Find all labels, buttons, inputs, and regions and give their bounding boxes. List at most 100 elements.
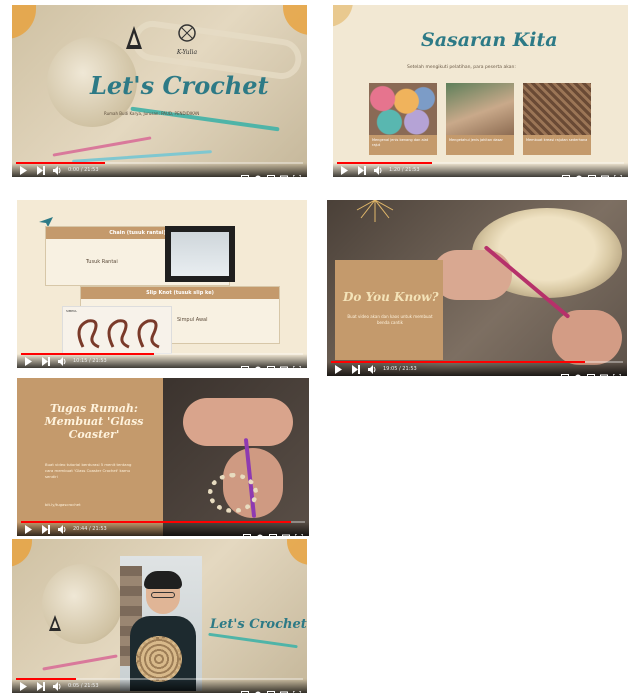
crochet-hook-image — [72, 150, 212, 163]
fullscreen-icon[interactable] — [294, 526, 304, 536]
gear-icon[interactable] — [254, 683, 262, 693]
video-frame-3[interactable]: Chain (tusuk rantai) Tusuk Rantai Slip K… — [17, 200, 307, 368]
card-caption: Mengetahui jenis jahitan dasar — [446, 135, 514, 155]
progress-bar[interactable] — [21, 521, 305, 523]
miniplayer-icon[interactable] — [269, 526, 277, 536]
stitch-row-label: Simpul Awal — [177, 317, 208, 323]
subtitles-icon[interactable] — [561, 366, 569, 376]
miniplayer-icon[interactable] — [267, 358, 275, 368]
time-display: 0:05 / 21:53 — [68, 683, 99, 689]
video-frame-6[interactable]: Let's Crochet 0:05 / 21:53 — [12, 539, 307, 693]
card-caption: Mengenal jenis benang dan alat rajut — [369, 135, 437, 155]
crochet-hook-image — [52, 136, 152, 157]
next-icon[interactable] — [352, 365, 360, 374]
video-title: Let's Crochet — [90, 71, 269, 100]
play-icon[interactable] — [25, 525, 32, 534]
crochet-hook-image — [208, 632, 298, 649]
miniplayer-icon[interactable] — [588, 167, 596, 177]
volume-icon[interactable] — [58, 357, 67, 366]
fullscreen-icon[interactable] — [612, 366, 622, 376]
sunburst-decoration — [355, 200, 395, 230]
next-icon[interactable] — [358, 166, 366, 175]
progress-bar[interactable] — [331, 361, 623, 363]
video-frame-5[interactable]: Tugas Rumah: Membuat 'Glass Coaster' Bua… — [17, 378, 309, 536]
play-icon[interactable] — [335, 365, 342, 374]
miniplayer-icon[interactable] — [587, 366, 595, 376]
hands-image — [163, 378, 309, 536]
next-icon[interactable] — [37, 166, 45, 175]
leaf-decoration — [12, 539, 32, 567]
time-display: 20:44 / 21:53 — [73, 526, 107, 532]
theater-icon[interactable] — [280, 167, 288, 177]
crochet-hook-image — [42, 654, 118, 671]
volume-icon[interactable] — [374, 166, 383, 175]
leaf-decoration — [333, 5, 353, 27]
next-icon[interactable] — [42, 357, 50, 366]
slide-title: Sasaran Kita — [421, 29, 558, 51]
progress-bar[interactable] — [337, 162, 624, 164]
leaf-decoration — [12, 5, 36, 39]
video-title: Let's Crochet — [210, 617, 307, 632]
subtitles-icon[interactable] — [562, 167, 570, 177]
volume-icon[interactable] — [58, 525, 67, 534]
gear-icon[interactable] — [574, 366, 582, 376]
homework-title: Tugas Rumah: Membuat 'Glass Coaster' — [44, 402, 144, 441]
brand-logo: K-Yulia — [172, 23, 202, 56]
institution-logo — [125, 25, 143, 51]
volume-icon[interactable] — [53, 166, 62, 175]
next-icon[interactable] — [42, 525, 50, 534]
play-icon[interactable] — [341, 166, 348, 175]
objective-card: Membuat kreasi rajutan sederhana — [523, 83, 591, 161]
next-icon[interactable] — [37, 682, 45, 691]
slide-subtitle: Setelah mengikuti pelatihan, para pesert… — [407, 65, 516, 70]
progress-bar[interactable] — [16, 162, 303, 164]
hands-crocheting-image — [432, 240, 622, 370]
progress-bar[interactable] — [16, 678, 303, 680]
time-display: 19:05 / 21:53 — [383, 366, 417, 372]
institution-logo — [48, 614, 62, 632]
subtitles-icon[interactable] — [241, 358, 249, 368]
play-icon[interactable] — [20, 166, 27, 175]
gear-icon[interactable] — [254, 167, 262, 177]
gear-icon[interactable] — [256, 526, 264, 536]
homework-link[interactable]: bit.ly/tugascrochet — [45, 502, 81, 507]
time-display: 0:00 / 21:53 — [68, 167, 99, 173]
play-icon[interactable] — [20, 682, 27, 691]
play-icon[interactable] — [25, 357, 32, 366]
volume-icon[interactable] — [53, 682, 62, 691]
fullscreen-icon[interactable] — [292, 167, 302, 177]
subtitles-icon[interactable] — [241, 683, 249, 693]
simpul-tag: SIMPUL — [66, 309, 78, 313]
presenter-video — [120, 556, 202, 691]
theater-icon[interactable] — [601, 167, 609, 177]
progress-bar[interactable] — [21, 353, 303, 355]
theater-icon[interactable] — [280, 358, 288, 368]
volume-icon[interactable] — [368, 365, 377, 374]
video-frame-1[interactable]: K-Yulia Let's Crochet Rumah Budi Karya, … — [12, 5, 307, 177]
gear-icon[interactable] — [254, 358, 262, 368]
crochet-basket-image — [523, 83, 591, 135]
miniplayer-icon[interactable] — [267, 167, 275, 177]
video-frame-4[interactable]: Do You Know? Buat video akan dan kaos un… — [327, 200, 627, 376]
miniplayer-icon[interactable] — [267, 683, 275, 693]
presenter-head — [144, 571, 182, 614]
subtitles-icon[interactable] — [241, 167, 249, 177]
info-card-title: Do You Know? — [343, 290, 439, 304]
theater-icon[interactable] — [280, 683, 288, 693]
theater-icon[interactable] — [600, 366, 608, 376]
leaf-decoration — [283, 5, 307, 35]
chain-stitch-image — [165, 226, 235, 282]
video-frame-2[interactable]: Sasaran Kita Setelah mengikuti pelatihan… — [333, 5, 628, 177]
stitch-row-title: Slip Knot (tusuk slip ke) — [81, 287, 279, 299]
leaf-decoration — [287, 539, 307, 565]
fullscreen-icon[interactable] — [292, 683, 302, 693]
objective-card: Mengenal jenis benang dan alat rajut — [369, 83, 437, 161]
fullscreen-icon[interactable] — [292, 358, 302, 368]
fullscreen-icon[interactable] — [613, 167, 623, 177]
subtitles-icon[interactable] — [243, 526, 251, 536]
theater-icon[interactable] — [282, 526, 290, 536]
info-card-body: Buat video akan dan kaos untuk membuat b… — [347, 314, 433, 325]
info-card: Do You Know? Buat video akan dan kaos un… — [335, 260, 443, 360]
video-subtitle: Rumah Budi Karya, Jurusan: PAUD, PENDIDI… — [104, 111, 200, 116]
gear-icon[interactable] — [575, 167, 583, 177]
